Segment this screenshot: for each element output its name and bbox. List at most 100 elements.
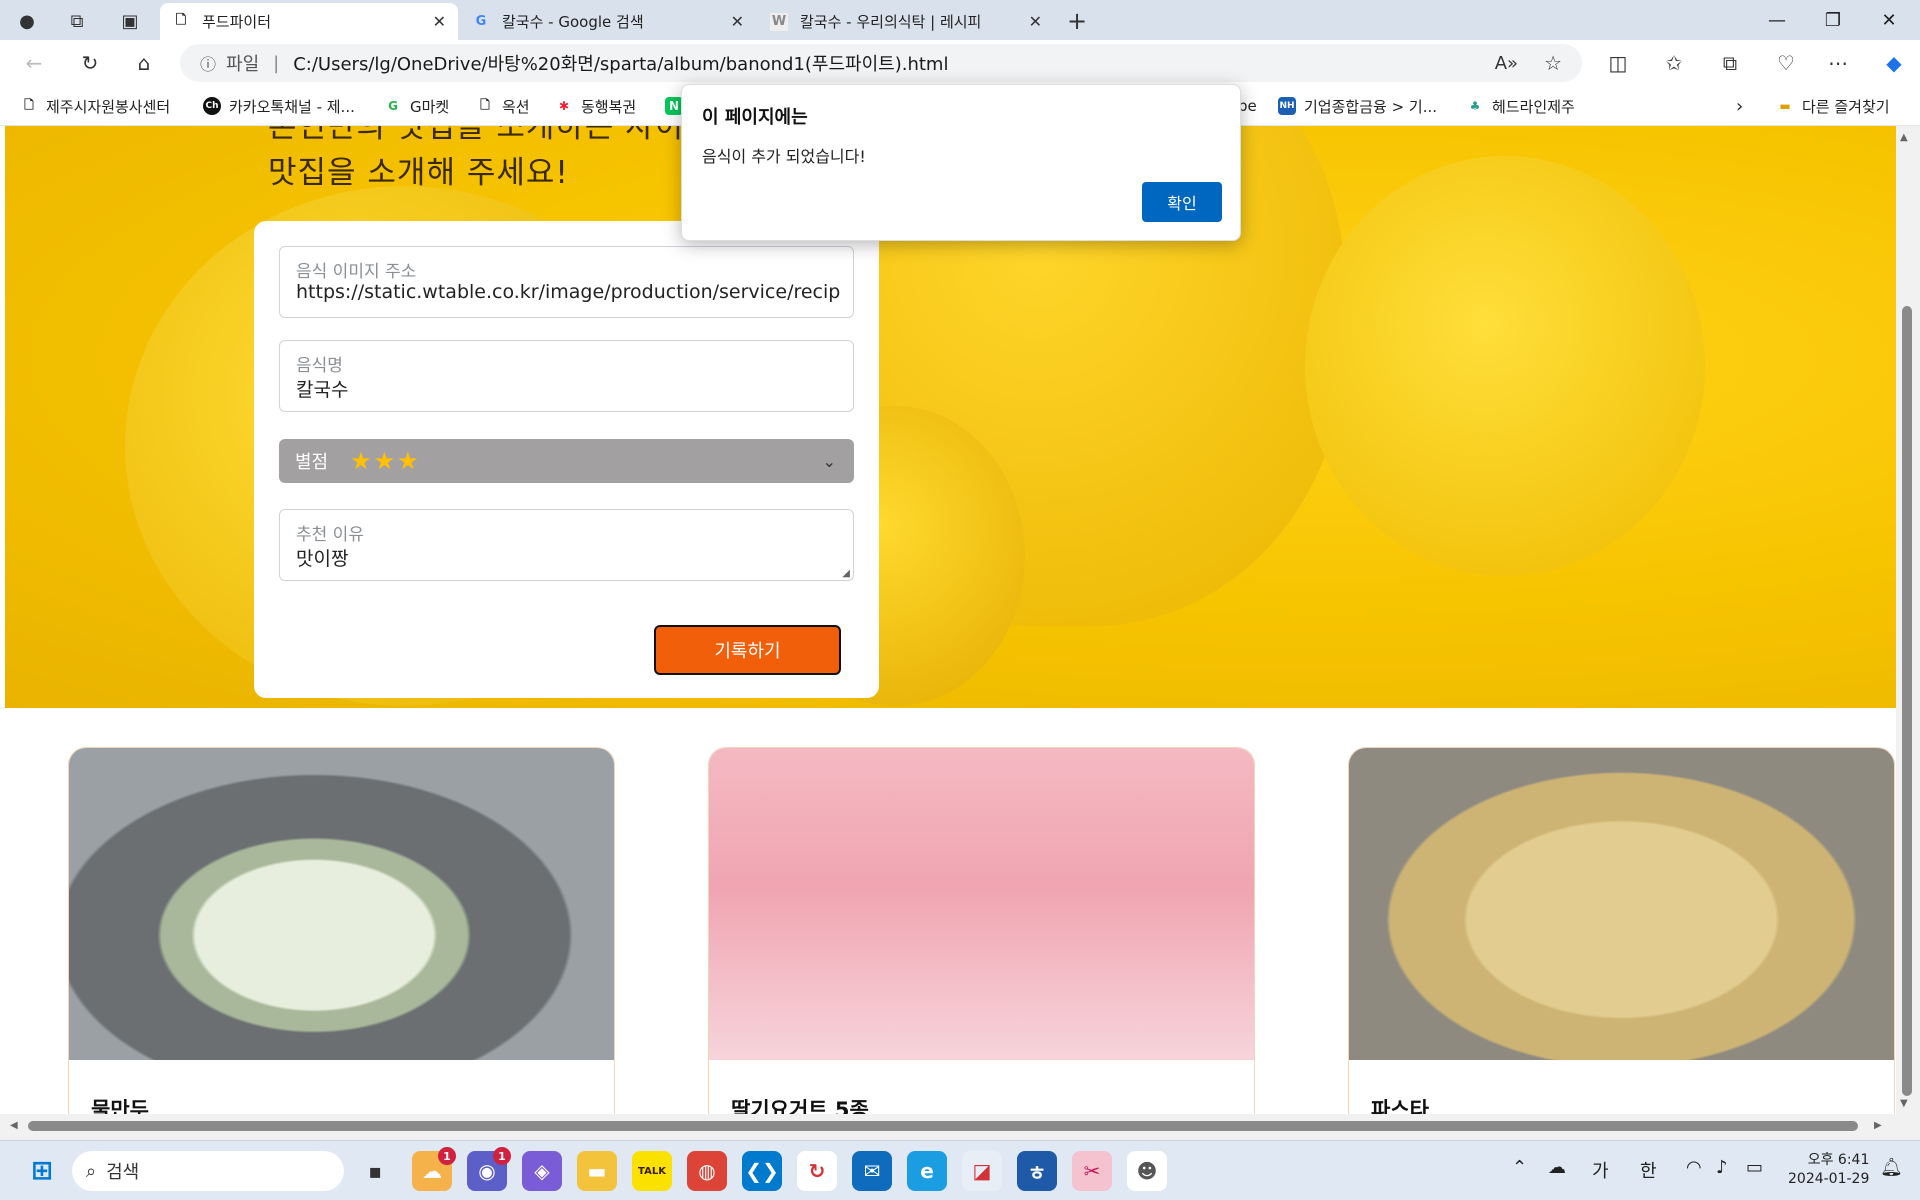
browser-essentials-icon[interactable]: ♡ xyxy=(1770,47,1802,79)
home-icon[interactable]: ⌂ xyxy=(128,47,160,79)
sync-app-icon[interactable]: ↻ xyxy=(797,1151,837,1191)
close-tab-icon[interactable]: ✕ xyxy=(1029,12,1042,31)
volume-icon[interactable]: ♪ xyxy=(1716,1157,1728,1178)
page-viewport: 본인만의 맛집을 소개하는 사이트 맛집을 소개해 주세요! 음식 이미지 주소… xyxy=(0,126,1920,1140)
scroll-down-icon[interactable]: ▼ xyxy=(1900,1098,1908,1109)
image-url-field[interactable]: 음식 이미지 주소 https://static.wtable.co.kr/im… xyxy=(279,246,854,318)
copilot-app-icon[interactable]: ◈ xyxy=(522,1151,562,1191)
weather-icon[interactable]: ☁ 1 xyxy=(412,1147,456,1191)
food-card[interactable]: 딸기요거트 5종 xyxy=(708,747,1255,1140)
horizontal-scroll-thumb[interactable] xyxy=(28,1121,1858,1131)
bookmark-item[interactable]: ✱ 동행복권 xyxy=(555,94,636,118)
reason-textarea[interactable]: 추천 이유 맛이짱 ◢ xyxy=(279,509,854,581)
field-value[interactable]: https://static.wtable.co.kr/image/produc… xyxy=(296,281,841,303)
page-icon: 🗋 xyxy=(24,97,34,112)
other-favorites[interactable]: ▬ 다른 즐겨찾기 xyxy=(1776,94,1889,118)
favorite-star-icon[interactable]: ☆ xyxy=(1544,51,1562,75)
tab-title: 칼국수 - Google 검색 xyxy=(502,13,644,31)
close-tab-icon[interactable]: ✕ xyxy=(433,12,446,31)
screen-capture-icon[interactable]: ◪ xyxy=(962,1151,1002,1191)
gmarket-icon: G xyxy=(388,99,398,113)
ime-mode-indicator[interactable]: 한 xyxy=(1640,1157,1657,1183)
split-screen-icon[interactable]: ◫ xyxy=(1602,47,1634,79)
copilot-icon[interactable]: ◆ xyxy=(1878,47,1910,79)
food-card[interactable]: 물만두 xyxy=(68,747,615,1140)
task-view-icon[interactable]: ▪ xyxy=(355,1151,395,1191)
battery-icon[interactable]: ▭ xyxy=(1746,1157,1763,1178)
kakaotalk-icon[interactable]: TALK xyxy=(632,1151,672,1191)
bookmark-label: 동행복권 xyxy=(581,97,637,116)
read-aloud-icon[interactable]: A» xyxy=(1495,53,1518,74)
show-hidden-icons-chevron-icon[interactable]: ⌃ xyxy=(1512,1157,1527,1178)
wifi-icon[interactable]: ◠ xyxy=(1686,1157,1702,1178)
bookmark-item[interactable]: 🗋 제주시자원봉사센터 xyxy=(20,94,170,118)
workspaces-icon[interactable]: ⧉ xyxy=(64,8,90,34)
onedrive-icon[interactable]: ☁ xyxy=(1548,1157,1566,1178)
collections-icon[interactable]: ⧉ xyxy=(1714,47,1746,79)
bookmark-item[interactable]: NH 기업종합금융 > 기... xyxy=(1278,94,1437,118)
minimize-icon[interactable]: — xyxy=(1752,4,1802,36)
tab-recipe[interactable]: W 칼국수 - 우리의식탁 | 레시피 ✕ xyxy=(758,3,1054,40)
hangul-word-icon[interactable]: ㅎ xyxy=(1017,1151,1057,1191)
star-icon: ★★★ xyxy=(350,447,421,475)
tab-food-fighter[interactable]: 🗋 푸드파이터 ✕ xyxy=(160,3,458,40)
tab-google-search[interactable]: G 칼국수 - Google 검색 ✕ xyxy=(460,3,756,40)
url-text[interactable]: C:/Users/lg/OneDrive/바탕%20화면/sparta/albu… xyxy=(293,50,948,76)
tab-strip: ● ⧉ ▣ 🗋 푸드파이터 ✕ G 칼국수 - Google 검색 ✕ W 칼국… xyxy=(0,0,1920,40)
notification-bell-icon[interactable]: 🔔︎ xyxy=(1880,1157,1903,1178)
edge-icon[interactable]: e xyxy=(907,1151,947,1191)
chrome-icon[interactable]: ◍ xyxy=(687,1151,727,1191)
browser-toolbar: ← ↻ ⌂ ⓘ 파일 | C:/Users/lg/OneDrive/바탕%20화… xyxy=(0,40,1920,86)
profile-icon[interactable]: ● xyxy=(14,8,40,34)
clock-date: 2024-01-29 xyxy=(1788,1171,1870,1187)
mascot-app-icon[interactable]: ☻ xyxy=(1127,1151,1167,1191)
scroll-right-icon[interactable]: ▶ xyxy=(1874,1120,1882,1131)
rating-select[interactable]: 별점 ★★★ ⌄ xyxy=(279,439,854,483)
close-window-icon[interactable]: ✕ xyxy=(1864,4,1914,36)
field-value[interactable]: 칼국수 xyxy=(296,375,841,402)
file-explorer-icon[interactable]: ▬ xyxy=(577,1151,617,1191)
snipping-tool-icon[interactable]: ✂ xyxy=(1072,1151,1112,1191)
bookmark-item[interactable]: Ch 카카오톡채널 - 제... xyxy=(203,94,355,118)
page-icon: 🗋 xyxy=(480,97,490,112)
bookmark-item[interactable]: 🗋 옥션 xyxy=(476,94,529,118)
start-windows-icon[interactable]: ⊞ xyxy=(22,1151,62,1191)
dialog-title: 이 페이지에는 xyxy=(702,107,808,128)
food-card[interactable]: 파스타 xyxy=(1348,747,1895,1140)
headline-icon: ♣ xyxy=(1469,99,1481,113)
taskbar: ⊞ ⌕ 검색 ▪ ☁ 1 ◉ 1 ◈ ▬ TALK ◍ ❮❯ ↻ ✉ e ◪ ㅎ ✂… xyxy=(0,1140,1920,1200)
nh-icon: NH xyxy=(1278,97,1296,115)
more-icon[interactable]: ⋯ xyxy=(1822,47,1854,79)
hero-subtitle: 본인만의 맛집을 소개하는 사이트 xyxy=(268,126,714,145)
vertical-scroll-thumb[interactable] xyxy=(1902,306,1912,1096)
info-icon[interactable]: ⓘ xyxy=(200,51,216,75)
bookmark-item[interactable]: ♣ 헤드라인제주 xyxy=(1466,94,1575,118)
mail-icon[interactable]: ✉ xyxy=(852,1151,892,1191)
food-name-field[interactable]: 음식명 칼국수 xyxy=(279,340,854,412)
clock[interactable]: 오후 6:41 2024-01-29 xyxy=(1788,1151,1869,1189)
field-value[interactable]: 맛이짱 xyxy=(296,544,841,571)
w-site-icon: W xyxy=(770,12,788,31)
chevron-down-icon: ⌄ xyxy=(822,451,836,471)
close-tab-icon[interactable]: ✕ xyxy=(731,12,744,31)
lottery-icon: ✱ xyxy=(558,99,570,113)
address-bar[interactable]: ⓘ 파일 | C:/Users/lg/OneDrive/바탕%20화면/spar… xyxy=(180,44,1582,82)
scroll-up-icon[interactable]: ▲ xyxy=(1900,132,1908,143)
reload-icon[interactable]: ↻ xyxy=(74,47,106,79)
taskbar-search[interactable]: ⌕ 검색 xyxy=(72,1151,344,1191)
tab-actions-icon[interactable]: ▣ xyxy=(117,8,143,34)
save-button[interactable]: 기록하기 xyxy=(654,625,841,675)
field-label: 음식 이미지 주소 xyxy=(296,262,417,282)
more-bookmarks-chevron-icon[interactable]: › xyxy=(1736,94,1743,118)
restore-icon[interactable]: ❐ xyxy=(1808,4,1858,36)
favorites-icon[interactable]: ✩ xyxy=(1658,47,1690,79)
ok-button[interactable]: 확인 xyxy=(1142,182,1222,222)
ime-language-indicator[interactable]: 가 xyxy=(1592,1157,1609,1183)
chat-icon[interactable]: ◉ 1 xyxy=(467,1147,511,1191)
new-tab-icon[interactable]: + xyxy=(1064,7,1090,35)
scroll-left-icon[interactable]: ◀ xyxy=(10,1120,18,1131)
back-icon[interactable]: ← xyxy=(18,47,50,79)
resize-handle-icon[interactable]: ◢ xyxy=(842,568,850,579)
vscode-icon[interactable]: ❮❯ xyxy=(742,1151,782,1191)
bookmark-item[interactable]: G G마켓 xyxy=(384,94,449,118)
